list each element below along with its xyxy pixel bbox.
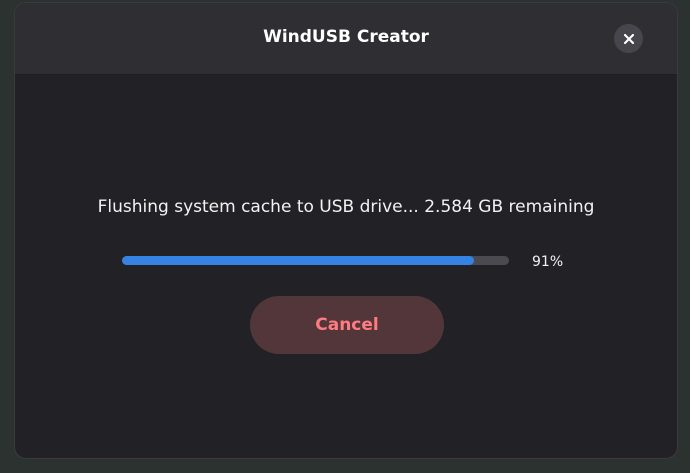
status-message: Flushing system cache to USB drive... 2.… bbox=[97, 197, 595, 217]
close-icon bbox=[623, 33, 635, 45]
window-title: WindUSB Creator bbox=[263, 27, 429, 47]
cancel-button[interactable]: Cancel bbox=[250, 296, 444, 354]
progress-bar bbox=[122, 256, 509, 265]
progress-percent: 91% bbox=[532, 254, 564, 270]
dialog-window: WindUSB Creator Flushing system cache to… bbox=[14, 2, 678, 459]
close-button[interactable] bbox=[614, 24, 643, 53]
progress-fill bbox=[122, 256, 475, 265]
header-bar: WindUSB Creator bbox=[15, 3, 677, 75]
